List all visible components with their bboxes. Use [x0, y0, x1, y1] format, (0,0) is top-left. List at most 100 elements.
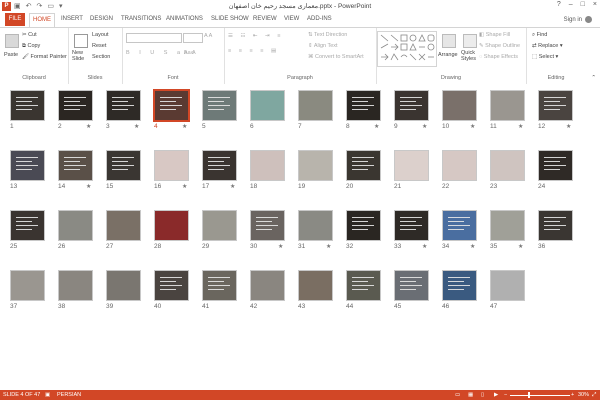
slide-thumbnail[interactable]	[298, 210, 333, 241]
slide-thumbnail[interactable]	[250, 210, 285, 241]
slide-thumbnail[interactable]	[538, 90, 573, 121]
slide-transition-star-icon[interactable]: ★	[326, 243, 331, 250]
reset-button[interactable]: Reset	[92, 43, 106, 49]
slide-transition-star-icon[interactable]: ★	[422, 123, 427, 130]
close-button[interactable]: ×	[593, 1, 597, 8]
slide-thumbnail[interactable]	[490, 90, 525, 121]
slide-thumbnail[interactable]	[346, 210, 381, 241]
zoom-level[interactable]: 30%	[578, 390, 589, 400]
slide-thumbnail[interactable]	[250, 150, 285, 181]
slide-transition-star-icon[interactable]: ★	[422, 243, 427, 250]
paste-button-label[interactable]: Paste	[4, 52, 18, 58]
spellcheck-icon[interactable]: ▣	[45, 390, 50, 400]
slide-transition-star-icon[interactable]: ★	[278, 243, 283, 250]
slide-thumbnail[interactable]	[106, 210, 141, 241]
slide-thumbnail[interactable]	[154, 270, 189, 301]
slide-thumbnail[interactable]	[298, 150, 333, 181]
slide-thumbnail[interactable]	[10, 210, 45, 241]
grow-font-icon[interactable]: A A	[204, 33, 212, 39]
slide-thumbnail[interactable]	[10, 270, 45, 301]
tab-slide-show[interactable]: SLIDE SHOW	[211, 13, 249, 26]
shape-outline-button[interactable]: ✎ Shape Outline	[479, 43, 520, 49]
slide-thumbnail[interactable]	[154, 210, 189, 241]
paste-icon[interactable]	[5, 34, 19, 48]
normal-view-icon[interactable]: ▭	[455, 390, 460, 400]
zoom-in-button[interactable]: +	[571, 390, 574, 400]
slide-transition-star-icon[interactable]: ★	[374, 123, 379, 130]
slide-thumbnail[interactable]	[490, 210, 525, 241]
slide-transition-star-icon[interactable]: ★	[86, 183, 91, 190]
tab-review[interactable]: REVIEW	[253, 13, 277, 26]
slide-thumbnail[interactable]	[10, 150, 45, 181]
slide-thumbnail[interactable]	[394, 270, 429, 301]
slide-thumbnail[interactable]	[298, 270, 333, 301]
slide-thumbnail[interactable]	[346, 270, 381, 301]
font-name-input[interactable]	[126, 33, 182, 43]
slide-transition-star-icon[interactable]: ★	[182, 123, 187, 130]
slide-transition-star-icon[interactable]: ★	[182, 183, 187, 190]
cut-button[interactable]: ✂ Cut	[22, 32, 37, 38]
align-text-button[interactable]: ⇕ Align Text	[308, 43, 338, 49]
slide-thumbnail[interactable]	[538, 210, 573, 241]
select-button[interactable]: ⬚ Select ▾	[532, 54, 558, 60]
slide-thumbnail[interactable]	[154, 150, 189, 181]
slide-thumbnail[interactable]	[394, 150, 429, 181]
shape-fill-button[interactable]: ◧ Shape Fill	[479, 32, 510, 38]
slide-thumbnail[interactable]	[250, 270, 285, 301]
list-buttons[interactable]: ☰ ☷ ⇤ ⇥ ≡	[228, 33, 283, 39]
tab-file[interactable]: FILE	[5, 13, 25, 26]
slide-sorter-view-icon[interactable]: ▦	[468, 390, 473, 400]
slide-thumbnail[interactable]	[442, 270, 477, 301]
minimize-button[interactable]: –	[569, 1, 573, 8]
tab-design[interactable]: DESIGN	[90, 13, 113, 26]
zoom-out-button[interactable]: −	[504, 390, 507, 400]
slide-transition-star-icon[interactable]: ★	[230, 183, 235, 190]
convert-smartart-button[interactable]: ⌘ Convert to SmartArt	[308, 54, 364, 60]
slide-thumbnail[interactable]	[490, 150, 525, 181]
collapse-ribbon-icon[interactable]: ⌃	[591, 75, 596, 81]
fit-slide-icon[interactable]: ⤢	[592, 390, 596, 400]
tab-add-ins[interactable]: ADD-INS	[307, 13, 332, 26]
slide-thumbnail[interactable]	[442, 90, 477, 121]
slide-thumbnail[interactable]	[10, 90, 45, 121]
reading-view-icon[interactable]: ▯	[481, 390, 484, 400]
slide-transition-star-icon[interactable]: ★	[134, 123, 139, 130]
slide-thumbnail[interactable]	[346, 150, 381, 181]
quick-styles-label[interactable]: Quick Styles	[461, 50, 479, 62]
quick-styles-icon[interactable]	[463, 34, 477, 48]
language-indicator[interactable]: PERSIAN	[57, 390, 81, 400]
tab-animations[interactable]: ANIMATIONS	[166, 13, 203, 26]
slide-transition-star-icon[interactable]: ★	[470, 123, 475, 130]
zoom-slider-knob[interactable]	[528, 392, 530, 398]
slide-thumbnail[interactable]	[58, 210, 93, 241]
tab-view[interactable]: VIEW	[284, 13, 299, 26]
slideshow-view-icon[interactable]: ▶	[494, 390, 498, 400]
slide-thumbnail[interactable]	[153, 89, 190, 122]
slide-thumbnail[interactable]	[202, 210, 237, 241]
slide-thumbnail[interactable]	[250, 90, 285, 121]
slide-thumbnail[interactable]	[202, 90, 237, 121]
slide-transition-star-icon[interactable]: ★	[86, 123, 91, 130]
slide-transition-star-icon[interactable]: ★	[470, 243, 475, 250]
shapes-gallery[interactable]	[377, 31, 437, 67]
new-slide-icon[interactable]	[74, 34, 88, 48]
slide-thumbnail[interactable]	[58, 90, 93, 121]
sign-in-label[interactable]: Sign in	[564, 17, 582, 23]
font-size-input[interactable]	[183, 33, 203, 43]
slide-thumbnail[interactable]	[394, 210, 429, 241]
text-direction-button[interactable]: ⇅ Text Direction	[308, 32, 347, 38]
new-slide-label[interactable]: New Slide	[72, 50, 90, 62]
slide-thumbnail[interactable]	[538, 150, 573, 181]
replace-button[interactable]: ⇄ Replace ▾	[532, 43, 563, 49]
find-button[interactable]: ⌕ Find	[532, 32, 547, 39]
slide-thumbnail[interactable]	[106, 150, 141, 181]
tab-insert[interactable]: INSERT	[61, 13, 83, 26]
layout-button[interactable]: Layout	[92, 32, 109, 38]
slide-thumbnail[interactable]	[106, 90, 141, 121]
slide-thumbnail[interactable]	[106, 270, 141, 301]
slide-thumbnail[interactable]	[490, 270, 525, 301]
slide-thumbnail[interactable]	[442, 150, 477, 181]
slide-thumbnail[interactable]	[394, 90, 429, 121]
copy-button[interactable]: ⧉ Copy	[22, 43, 40, 50]
tab-transitions[interactable]: TRANSITIONS	[121, 13, 161, 26]
